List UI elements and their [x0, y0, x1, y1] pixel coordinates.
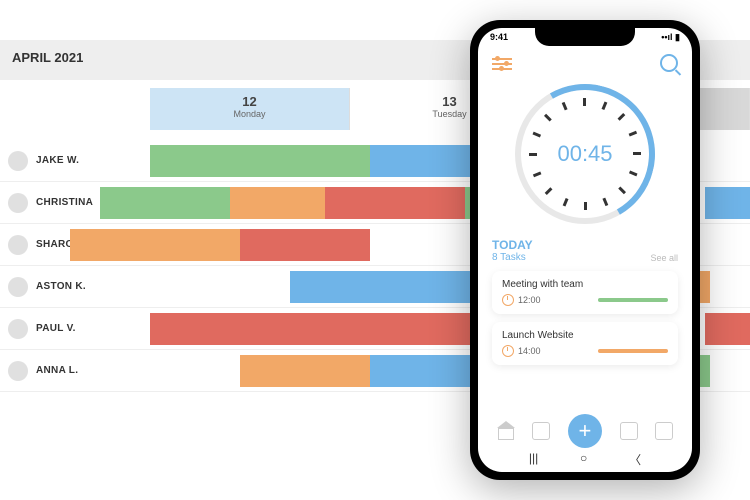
task-time: 14:00: [518, 346, 541, 356]
today-label: TODAY: [492, 238, 533, 252]
search-icon[interactable]: [660, 54, 678, 72]
person-name: PAUL V.: [36, 323, 76, 334]
task-title: Launch Website: [502, 330, 668, 341]
app-top-row: [478, 54, 692, 72]
person-name: ASTON K.: [36, 281, 86, 292]
person-name: CHRISTINA: [36, 197, 93, 208]
home-icon[interactable]: [497, 422, 515, 440]
gantt-bar[interactable]: [150, 145, 370, 177]
today-count: 8 Tasks: [492, 252, 533, 263]
page-title: APRIL 2021: [12, 50, 83, 65]
avatar: [8, 193, 28, 213]
bottom-nav: +: [478, 414, 692, 448]
gantt-bar[interactable]: [240, 229, 370, 261]
timer-display: 00:45: [557, 141, 612, 167]
gantt-bar[interactable]: [325, 187, 465, 219]
avatar: [8, 277, 28, 297]
recent-button[interactable]: |||: [529, 451, 538, 468]
task-title: Meeting with team: [502, 279, 668, 290]
back-button[interactable]: 〈: [629, 451, 641, 468]
person-name: JAKE W.: [36, 155, 79, 166]
settings-icon[interactable]: [492, 55, 512, 71]
status-bar: 9:41 ••ıl ▮: [478, 32, 692, 43]
timer-widget[interactable]: 00:45: [515, 84, 655, 224]
list-icon[interactable]: [532, 422, 550, 440]
gantt-bar[interactable]: [290, 271, 490, 303]
gantt-bar[interactable]: [70, 229, 240, 261]
avatar: [8, 361, 28, 381]
add-button[interactable]: +: [568, 414, 602, 448]
gantt-bar[interactable]: [705, 187, 750, 219]
task-progress: [598, 349, 668, 353]
gantt-bar[interactable]: [230, 187, 325, 219]
avatar: [8, 151, 28, 171]
today-section: TODAY 8 Tasks See all Meeting with team 1…: [492, 238, 678, 373]
home-button[interactable]: ○: [580, 451, 587, 468]
status-time: 9:41: [490, 32, 508, 43]
gantt-bar[interactable]: [240, 355, 370, 387]
gantt-bar[interactable]: [705, 313, 750, 345]
phone-screen: 9:41 ••ıl ▮ 00:45 TODAY 8 Tasks See all: [478, 28, 692, 472]
clock-icon: [502, 345, 514, 357]
task-progress: [598, 298, 668, 302]
clock-icon: [502, 294, 514, 306]
see-all-link[interactable]: See all: [650, 253, 678, 263]
person-name: ANNA L.: [36, 365, 78, 376]
folder-icon[interactable]: [620, 422, 638, 440]
phone-mockup: 9:41 ••ıl ▮ 00:45 TODAY 8 Tasks See all: [470, 20, 700, 480]
task-card[interactable]: Meeting with team 12:00: [492, 271, 678, 314]
task-card[interactable]: Launch Website 14:00: [492, 322, 678, 365]
gantt-bar[interactable]: [150, 313, 490, 345]
status-icons: ••ıl ▮: [661, 32, 680, 43]
system-nav: ||| ○ 〈: [478, 451, 692, 468]
task-time: 12:00: [518, 295, 541, 305]
avatar: [8, 319, 28, 339]
avatar: [8, 235, 28, 255]
day-header[interactable]: 12Monday: [150, 88, 350, 130]
gantt-bar[interactable]: [100, 187, 230, 219]
mail-icon[interactable]: [655, 422, 673, 440]
